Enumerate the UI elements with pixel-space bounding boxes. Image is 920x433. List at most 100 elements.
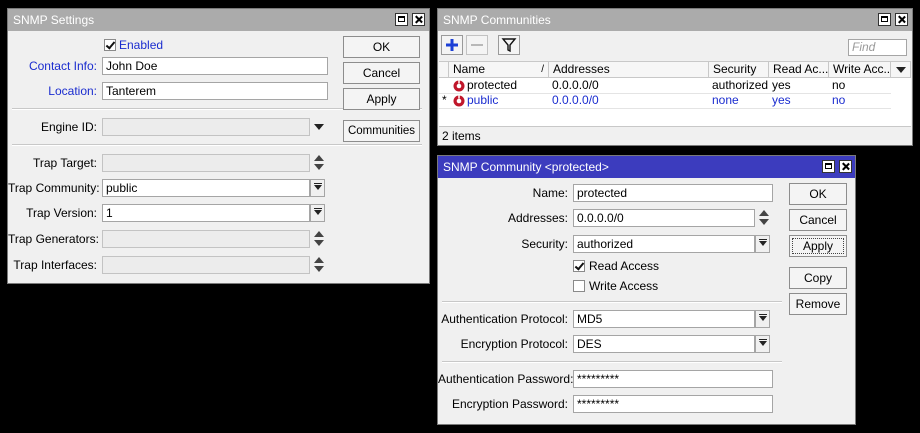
maximize-icon[interactable] xyxy=(822,160,835,173)
enc-protocol-label: Encryption Protocol: xyxy=(460,337,568,351)
read-access-label: Read Access xyxy=(589,259,660,273)
enc-password-input[interactable]: ********* xyxy=(573,395,773,413)
snmp-settings-window: SNMP Settings Enabled Contact Info: John… xyxy=(7,8,430,284)
maximize-icon[interactable] xyxy=(878,13,891,26)
trap-target-updown-icon[interactable] xyxy=(313,154,325,172)
trap-community-label: Trap Community: xyxy=(8,181,100,195)
name-input[interactable]: protected xyxy=(573,184,773,202)
table-row[interactable]: * public 0.0.0.0/0 none yes no xyxy=(439,93,891,109)
close-icon[interactable] xyxy=(839,160,852,173)
trap-generators-input xyxy=(102,230,310,248)
add-button[interactable] xyxy=(441,35,463,55)
trap-version-label: Trap Version: xyxy=(26,206,97,220)
enc-protocol-dropdown-icon[interactable] xyxy=(755,335,770,353)
trap-community-input[interactable]: public xyxy=(102,179,310,197)
remove-toolbar-button[interactable] xyxy=(466,35,488,55)
auth-protocol-label: Authentication Protocol: xyxy=(441,312,568,326)
cancel-button[interactable]: Cancel xyxy=(789,209,847,231)
row-security: none xyxy=(712,93,739,107)
cancel-button[interactable]: Cancel xyxy=(343,62,420,84)
col-marker-header xyxy=(439,62,449,78)
trap-interfaces-label: Trap Interfaces: xyxy=(13,258,97,272)
find-input[interactable]: Find xyxy=(848,39,907,56)
engine-id-input xyxy=(102,118,310,136)
snmp-settings-title: SNMP Settings xyxy=(13,13,95,27)
auth-protocol-dropdown-icon[interactable] xyxy=(755,310,770,328)
security-input[interactable]: authorized xyxy=(573,235,755,253)
plus-icon xyxy=(446,39,458,51)
maximize-icon[interactable] xyxy=(395,13,408,26)
row-security: authorized xyxy=(712,78,769,92)
security-label: Security: xyxy=(521,237,568,251)
enc-protocol-input[interactable]: DES xyxy=(573,335,755,353)
col-addresses-header[interactable]: Addresses xyxy=(549,62,709,78)
write-access-checkbox[interactable] xyxy=(573,280,585,292)
trap-target-input xyxy=(102,154,310,172)
trap-interfaces-updown-icon[interactable] xyxy=(313,256,325,274)
trap-generators-label: Trap Generators: xyxy=(8,232,99,246)
security-dropdown-icon[interactable] xyxy=(755,235,770,253)
ok-button[interactable]: OK xyxy=(343,36,420,58)
copy-button[interactable]: Copy xyxy=(789,267,847,289)
trap-target-label: Trap Target: xyxy=(32,156,97,170)
row-read: yes xyxy=(772,93,791,107)
col-security-header[interactable]: Security xyxy=(709,62,769,78)
community-dialog-titlebar[interactable]: SNMP Community <protected> xyxy=(438,156,855,178)
sort-icon: / xyxy=(541,64,544,75)
auth-password-label: Authentication Password: xyxy=(438,372,574,386)
minus-icon xyxy=(471,44,483,46)
trap-version-input[interactable]: 1 xyxy=(102,204,310,222)
columns-menu-icon[interactable] xyxy=(891,62,911,78)
close-icon[interactable] xyxy=(895,13,908,26)
addresses-updown-icon[interactable] xyxy=(758,209,770,227)
apply-button[interactable]: Apply xyxy=(343,88,420,110)
location-input[interactable]: Tanterem xyxy=(102,82,328,100)
filter-icon xyxy=(501,38,517,53)
item-count: 2 items xyxy=(442,129,481,143)
separator xyxy=(12,144,422,146)
snmp-communities-title: SNMP Communities xyxy=(443,13,551,27)
trap-community-dropdown-icon[interactable] xyxy=(310,179,325,197)
engine-id-expand-icon[interactable] xyxy=(314,124,324,130)
community-icon xyxy=(453,95,465,107)
snmp-communities-titlebar[interactable]: SNMP Communities xyxy=(438,9,912,31)
col-read-header[interactable]: Read Ac... xyxy=(769,62,829,78)
name-label: Name: xyxy=(532,186,568,200)
row-write: no xyxy=(832,93,846,107)
separator xyxy=(442,361,782,363)
write-access-label: Write Access xyxy=(589,279,659,293)
engine-id-label: Engine ID: xyxy=(40,120,97,134)
contact-info-input[interactable]: John Doe xyxy=(102,57,328,75)
separator xyxy=(442,301,782,303)
auth-password-input[interactable]: ********* xyxy=(573,370,773,388)
row-write: no xyxy=(832,78,846,92)
addresses-input[interactable]: 0.0.0.0/0 xyxy=(573,209,755,227)
auth-protocol-input[interactable]: MD5 xyxy=(573,310,755,328)
ok-button[interactable]: OK xyxy=(789,183,847,205)
filter-button[interactable] xyxy=(498,35,520,55)
apply-button[interactable]: Apply xyxy=(789,235,847,257)
read-access-checkbox[interactable] xyxy=(573,260,585,272)
communities-table: Name / Addresses Security Read Ac... Wri… xyxy=(439,61,911,126)
contact-info-label: Contact Info: xyxy=(28,59,97,73)
enabled-checkbox[interactable] xyxy=(104,39,116,51)
trap-version-dropdown-icon[interactable] xyxy=(310,204,325,222)
row-addresses: 0.0.0.0/0 xyxy=(552,78,599,92)
col-write-header[interactable]: Write Acc... xyxy=(829,62,891,78)
row-name: public xyxy=(467,93,499,107)
trap-interfaces-input xyxy=(102,256,310,274)
community-dialog-title: SNMP Community <protected> xyxy=(443,160,609,174)
remove-button[interactable]: Remove xyxy=(789,293,847,315)
location-label: Location: xyxy=(48,84,97,98)
addresses-label: Addresses: xyxy=(507,211,568,225)
communities-button[interactable]: Communities xyxy=(343,120,420,142)
enc-password-label: Encryption Password: xyxy=(451,397,568,411)
snmp-settings-titlebar[interactable]: SNMP Settings xyxy=(8,9,429,31)
row-name: protected xyxy=(467,78,518,92)
close-icon[interactable] xyxy=(412,13,425,26)
trap-generators-updown-icon[interactable] xyxy=(313,230,325,248)
table-row[interactable]: protected 0.0.0.0/0 authorized yes no xyxy=(439,78,891,94)
row-read: yes xyxy=(772,78,791,92)
snmp-community-dialog: SNMP Community <protected> Name: protect… xyxy=(437,155,856,425)
col-name-header[interactable]: Name / xyxy=(449,62,549,78)
